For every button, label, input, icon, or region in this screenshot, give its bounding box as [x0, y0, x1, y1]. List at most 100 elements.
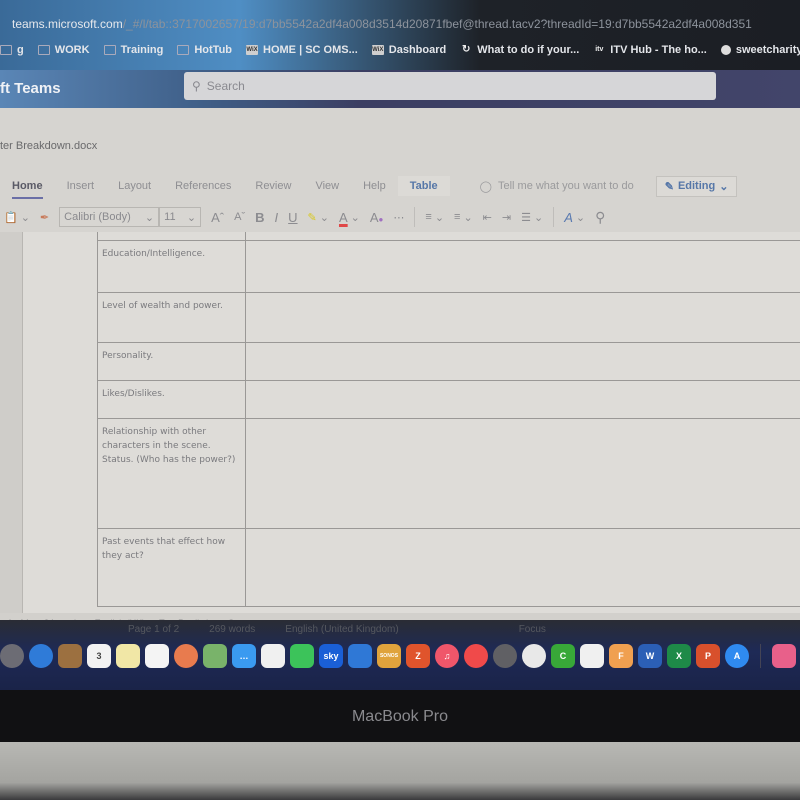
bullet-list-icon: ≡ — [425, 211, 432, 223]
dock-app-keynote[interactable] — [348, 644, 372, 668]
search-placeholder: Search — [206, 79, 245, 93]
editing-mode-button[interactable]: ✎ Editing ⌄ — [655, 175, 738, 197]
dock-app-powerpoint[interactable]: P — [696, 644, 720, 668]
dock-app-cricut[interactable]: C — [551, 644, 575, 668]
font-color-button[interactable]: A ⌄ — [339, 210, 360, 225]
address-bar[interactable]: teams.microsoft.com /_#/l/tab::371700265… — [0, 14, 752, 34]
tab-review[interactable]: Review — [243, 180, 303, 192]
dock-app-app-store[interactable]: A — [725, 644, 749, 668]
font-size-select[interactable]: 11 ⌄ — [159, 207, 202, 227]
format-painter-button[interactable]: ✒ — [40, 211, 49, 224]
dock-app-unifi[interactable] — [522, 644, 546, 668]
shrink-font-button[interactable]: Aˇ — [234, 211, 245, 223]
row-label-cell[interactable]: Personality. — [97, 342, 246, 381]
dock-app-screen-sharing[interactable] — [772, 644, 796, 668]
more-options-button[interactable]: ⋯ — [393, 211, 404, 224]
bookmarks-bar: g WORK Training HotTub WiX HOME | SC OMS... Wi… — [0, 40, 800, 60]
bookmark-item[interactable]: WiX Dashboard — [371, 44, 446, 56]
row-label-cell[interactable]: Likes/Dislikes. — [97, 380, 246, 419]
document-page[interactable]: Education/Intelligence. Level of wealth a… — [22, 232, 800, 614]
row-value-cell[interactable] — [245, 342, 800, 381]
dock-app-excel[interactable]: X — [667, 644, 691, 668]
dock-app-news[interactable] — [464, 644, 488, 668]
lightbulb-icon: ◯ — [479, 180, 492, 193]
chevron-down-icon: ⌄ — [719, 180, 729, 193]
search-input[interactable]: ⚲ Search — [184, 72, 716, 100]
tab-table[interactable]: Table — [397, 176, 450, 196]
table-cell[interactable] — [97, 232, 246, 241]
bg-page-count: Page 1 of 2 — [128, 624, 180, 635]
decrease-indent-button[interactable]: ⇤ — [483, 211, 492, 224]
tab-help[interactable]: Help — [351, 180, 398, 192]
bookmark-item[interactable]: itv ITV Hub - The ho... — [593, 44, 707, 56]
chevron-down-icon: ⌄ — [319, 211, 329, 224]
grow-font-button[interactable]: Aˆ — [211, 210, 224, 225]
numbering-button[interactable]: ≡ ⌄ — [454, 211, 473, 224]
paste-button[interactable]: 📋 ⌄ — [4, 211, 30, 224]
tell-me-search[interactable]: ◯ Tell me what you want to do — [480, 180, 634, 193]
row-value-cell[interactable] — [245, 528, 800, 607]
dock-app-notebook[interactable] — [58, 644, 82, 668]
bookmark-label: WORK — [54, 44, 90, 56]
underline-button[interactable]: U — [288, 210, 297, 225]
highlight-button[interactable]: ✎ ⌄ — [308, 211, 329, 224]
row-label-cell[interactable]: Level of wealth and power. — [97, 292, 246, 343]
divider — [414, 207, 416, 227]
tab-insert[interactable]: Insert — [55, 180, 107, 192]
bold-button[interactable]: B — [255, 210, 264, 225]
dock-app-reminders[interactable] — [145, 644, 169, 668]
tab-layout[interactable]: Layout — [106, 180, 163, 192]
row-label-cell[interactable]: Past events that effect how they act? — [97, 528, 246, 607]
dock-app-photos[interactable] — [174, 644, 198, 668]
dock-app-sonos[interactable]: SONOS — [377, 644, 401, 668]
styles-button[interactable]: A ⌄ — [564, 210, 585, 225]
bookmark-item[interactable]: HotTub — [177, 44, 232, 56]
chevron-down-icon: ⌄ — [350, 211, 360, 224]
dock-app-sky[interactable]: sky — [319, 644, 343, 668]
tab-references[interactable]: References — [163, 180, 243, 192]
dock-app-word[interactable]: W — [638, 644, 662, 668]
tab-home[interactable]: Home — [0, 180, 55, 199]
row-value-cell[interactable] — [245, 240, 800, 293]
tab-view[interactable]: View — [303, 180, 351, 192]
row-value-cell[interactable] — [245, 380, 800, 419]
row-label-cell[interactable]: Education/Intelligence. — [97, 240, 246, 293]
dock-app-music[interactable]: ♫ — [435, 644, 459, 668]
chevron-down-icon: ⌄ — [434, 211, 445, 224]
row-label-cell[interactable]: Relationship with other characters in th… — [97, 418, 246, 529]
dock-app-chrome[interactable] — [580, 644, 604, 668]
folder-icon — [0, 45, 12, 55]
bookmark-item[interactable]: g — [0, 44, 24, 56]
table-row: Education/Intelligence. — [97, 240, 800, 293]
dock-app-messages[interactable]: … — [232, 644, 256, 668]
increase-indent-button[interactable]: ⇥ — [502, 211, 511, 224]
dock-app-maps[interactable] — [203, 644, 227, 668]
bookmark-item[interactable]: ↻ What to do if your... — [460, 44, 579, 56]
row-value-cell[interactable] — [245, 418, 800, 529]
url-host: teams.microsoft.com — [12, 17, 123, 31]
bookmark-item[interactable]: WORK — [37, 44, 90, 56]
align-button[interactable]: ☰ ⌄ — [521, 211, 543, 224]
chevron-down-icon: ⌄ — [20, 211, 30, 224]
dock-app-safari[interactable] — [29, 644, 53, 668]
bookmark-item[interactable]: Training — [103, 44, 163, 56]
divider — [553, 207, 555, 227]
dock-app-calendar[interactable]: 3 — [87, 644, 111, 668]
font-name-select[interactable]: Calibri (Body) ⌄ — [59, 207, 160, 227]
bookmark-item[interactable]: WiX HOME | SC OMS... — [246, 44, 358, 56]
row-value-cell[interactable] — [245, 292, 800, 343]
dock-app-system-preferences[interactable] — [493, 644, 517, 668]
dock-app-launchpad[interactable] — [0, 644, 24, 668]
dock-app-fusion[interactable]: F — [609, 644, 633, 668]
dock: 3…skySONOSZ♫CFWXPAAa — [0, 638, 800, 674]
dock-app-facetime[interactable] — [290, 644, 314, 668]
clear-formatting-button[interactable]: A● — [370, 210, 384, 225]
dock-app-notes[interactable] — [116, 644, 140, 668]
dock-app-numbers[interactable] — [261, 644, 285, 668]
bullets-button[interactable]: ≡ ⌄ — [425, 211, 444, 224]
italic-button[interactable]: I — [275, 210, 279, 225]
table-cell[interactable] — [245, 232, 800, 241]
bookmark-item[interactable]: sweetcharitychoir... — [720, 44, 800, 56]
dock-app-zotero[interactable]: Z — [406, 644, 430, 668]
find-button[interactable]: ⚲ — [595, 209, 605, 226]
